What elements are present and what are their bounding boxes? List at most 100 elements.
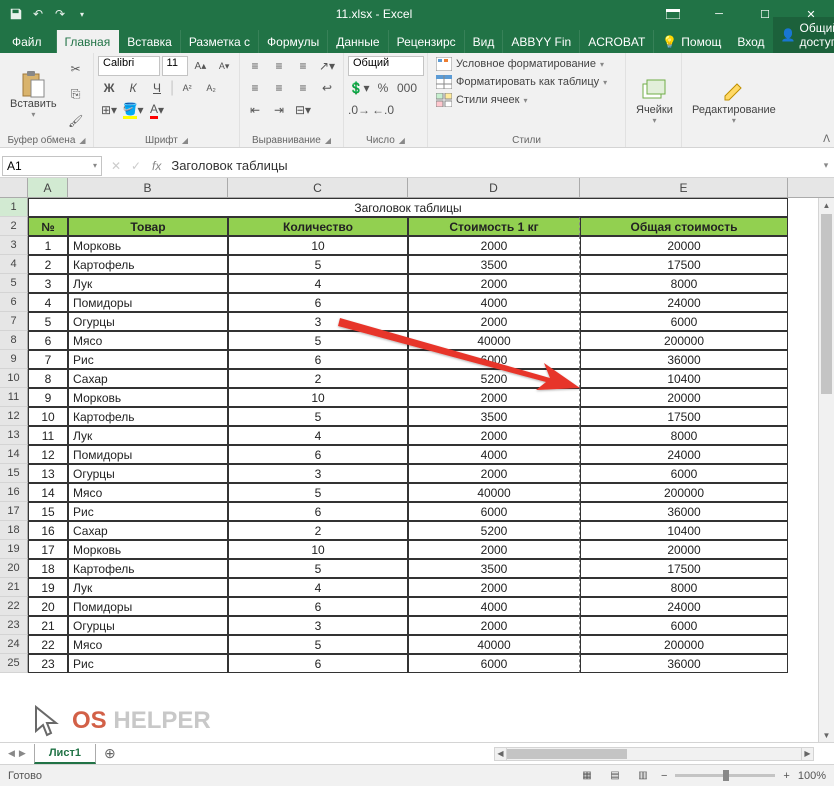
cell[interactable]: 12 — [28, 445, 68, 464]
cell[interactable]: 17500 — [580, 255, 788, 274]
editing-button[interactable]: Редактирование ▾ — [686, 56, 782, 144]
cell[interactable]: 4 — [228, 426, 408, 445]
row-header[interactable]: 20 — [0, 559, 28, 578]
cell[interactable]: 6 — [228, 654, 408, 673]
cell[interactable]: Товар — [68, 217, 228, 236]
sheet-tab[interactable]: Лист1 — [34, 744, 96, 764]
align-middle-icon[interactable]: ≡ — [268, 56, 290, 76]
cell[interactable]: 5 — [228, 559, 408, 578]
horizontal-scrollbar[interactable]: ◀ ▶ — [494, 747, 814, 761]
row-header[interactable]: 5 — [0, 274, 28, 293]
border-icon[interactable]: ⊞▾ — [98, 100, 120, 120]
align-right-icon[interactable]: ≡ — [292, 78, 314, 98]
qat-dropdown-icon[interactable]: ▾ — [74, 6, 90, 22]
row-header[interactable]: 14 — [0, 445, 28, 464]
font-name-select[interactable]: Calibri — [98, 56, 160, 76]
cell[interactable]: 16 — [28, 521, 68, 540]
comma-icon[interactable]: 000 — [396, 78, 418, 98]
row-header[interactable]: 23 — [0, 616, 28, 635]
cell[interactable]: Мясо — [68, 331, 228, 350]
cell[interactable]: 19 — [28, 578, 68, 597]
decrease-font-icon[interactable]: A▾ — [213, 56, 235, 76]
increase-font-icon[interactable]: A▴ — [190, 56, 212, 76]
cell[interactable]: Лук — [68, 274, 228, 293]
cell[interactable]: 3 — [228, 464, 408, 483]
normal-view-icon[interactable]: ▦ — [577, 768, 597, 784]
page-break-view-icon[interactable]: ▥ — [633, 768, 653, 784]
cell[interactable]: 6000 — [408, 502, 580, 521]
cell[interactable]: 200000 — [580, 635, 788, 654]
copy-icon[interactable]: ⎘ — [65, 85, 87, 105]
column-header-E[interactable]: E — [580, 178, 788, 197]
cell[interactable]: 5 — [228, 255, 408, 274]
cell[interactable]: Мясо — [68, 635, 228, 654]
cell[interactable]: Лук — [68, 578, 228, 597]
cell[interactable]: 15 — [28, 502, 68, 521]
scroll-thumb[interactable] — [821, 214, 832, 394]
cell[interactable]: Стоимость 1 кг — [408, 217, 580, 236]
page-layout-view-icon[interactable]: ▤ — [605, 768, 625, 784]
cell[interactable]: Сахар — [68, 521, 228, 540]
row-header[interactable]: 18 — [0, 521, 28, 540]
row-header[interactable]: 12 — [0, 407, 28, 426]
align-center-icon[interactable]: ≡ — [268, 78, 290, 98]
cell[interactable]: 40000 — [408, 483, 580, 502]
cells-button[interactable]: Ячейки ▾ — [630, 56, 679, 144]
cell[interactable]: 24000 — [580, 445, 788, 464]
minimize-button[interactable]: ─ — [696, 0, 742, 28]
formula-input[interactable]: Заголовок таблицы — [167, 158, 818, 173]
cell[interactable]: 5200 — [408, 369, 580, 388]
cell[interactable]: Рис — [68, 654, 228, 673]
enter-icon[interactable]: ✓ — [126, 159, 146, 173]
italic-button[interactable]: К — [122, 78, 144, 98]
cell[interactable]: 6 — [228, 350, 408, 369]
cell[interactable]: 22 — [28, 635, 68, 654]
cell[interactable]: Лук — [68, 426, 228, 445]
format-painter-icon[interactable]: 🖌 — [65, 111, 87, 131]
row-header[interactable]: 15 — [0, 464, 28, 483]
sign-in[interactable]: Вход — [729, 31, 772, 53]
cell[interactable]: 17 — [28, 540, 68, 559]
row-header[interactable]: 6 — [0, 293, 28, 312]
row-header[interactable]: 7 — [0, 312, 28, 331]
orientation-icon[interactable]: ↗▾ — [316, 56, 338, 76]
cell[interactable]: 1 — [28, 236, 68, 255]
paste-button[interactable]: Вставить ▾ — [4, 56, 63, 133]
bold-button[interactable]: Ж — [98, 78, 120, 98]
sheet-nav-last-icon[interactable]: ▶ — [19, 748, 26, 759]
scroll-left-icon[interactable]: ◀ — [495, 748, 507, 760]
cell[interactable]: 3 — [28, 274, 68, 293]
cell[interactable]: 10 — [28, 407, 68, 426]
cell[interactable]: 2 — [228, 369, 408, 388]
currency-icon[interactable]: 💲▾ — [348, 78, 370, 98]
cell[interactable]: 23 — [28, 654, 68, 673]
cell[interactable]: 3 — [228, 616, 408, 635]
cell[interactable]: 2000 — [408, 540, 580, 559]
number-format-select[interactable]: Общий — [348, 56, 424, 76]
cell[interactable]: 7 — [28, 350, 68, 369]
cell[interactable]: 5 — [228, 635, 408, 654]
increase-indent-icon[interactable]: ⇥ — [268, 100, 290, 120]
cell[interactable]: Огурцы — [68, 616, 228, 635]
cell[interactable]: 20 — [28, 597, 68, 616]
cell[interactable]: 20000 — [580, 236, 788, 255]
increase-decimal-icon[interactable]: .0→ — [348, 100, 370, 120]
row-header[interactable]: 25 — [0, 654, 28, 673]
cell[interactable]: 2000 — [408, 388, 580, 407]
cell[interactable]: 2 — [228, 521, 408, 540]
row-header[interactable]: 24 — [0, 635, 28, 654]
collapse-ribbon-icon[interactable]: ᐱ — [823, 134, 830, 145]
cell[interactable]: 2000 — [408, 236, 580, 255]
cell[interactable]: 5 — [228, 331, 408, 350]
cell[interactable]: Картофель — [68, 559, 228, 578]
cell[interactable]: Общая стоимость — [580, 217, 788, 236]
cell[interactable]: 200000 — [580, 331, 788, 350]
row-header[interactable]: 8 — [0, 331, 28, 350]
cell[interactable]: 4 — [28, 293, 68, 312]
tab-данные[interactable]: Данные — [328, 30, 388, 53]
tab-разметка с[interactable]: Разметка с — [181, 30, 259, 53]
row-header[interactable]: 13 — [0, 426, 28, 445]
cell[interactable]: 40000 — [408, 635, 580, 654]
fx-icon[interactable]: fx — [146, 159, 167, 173]
dialog-launcher-icon[interactable]: ◢ — [182, 136, 188, 145]
